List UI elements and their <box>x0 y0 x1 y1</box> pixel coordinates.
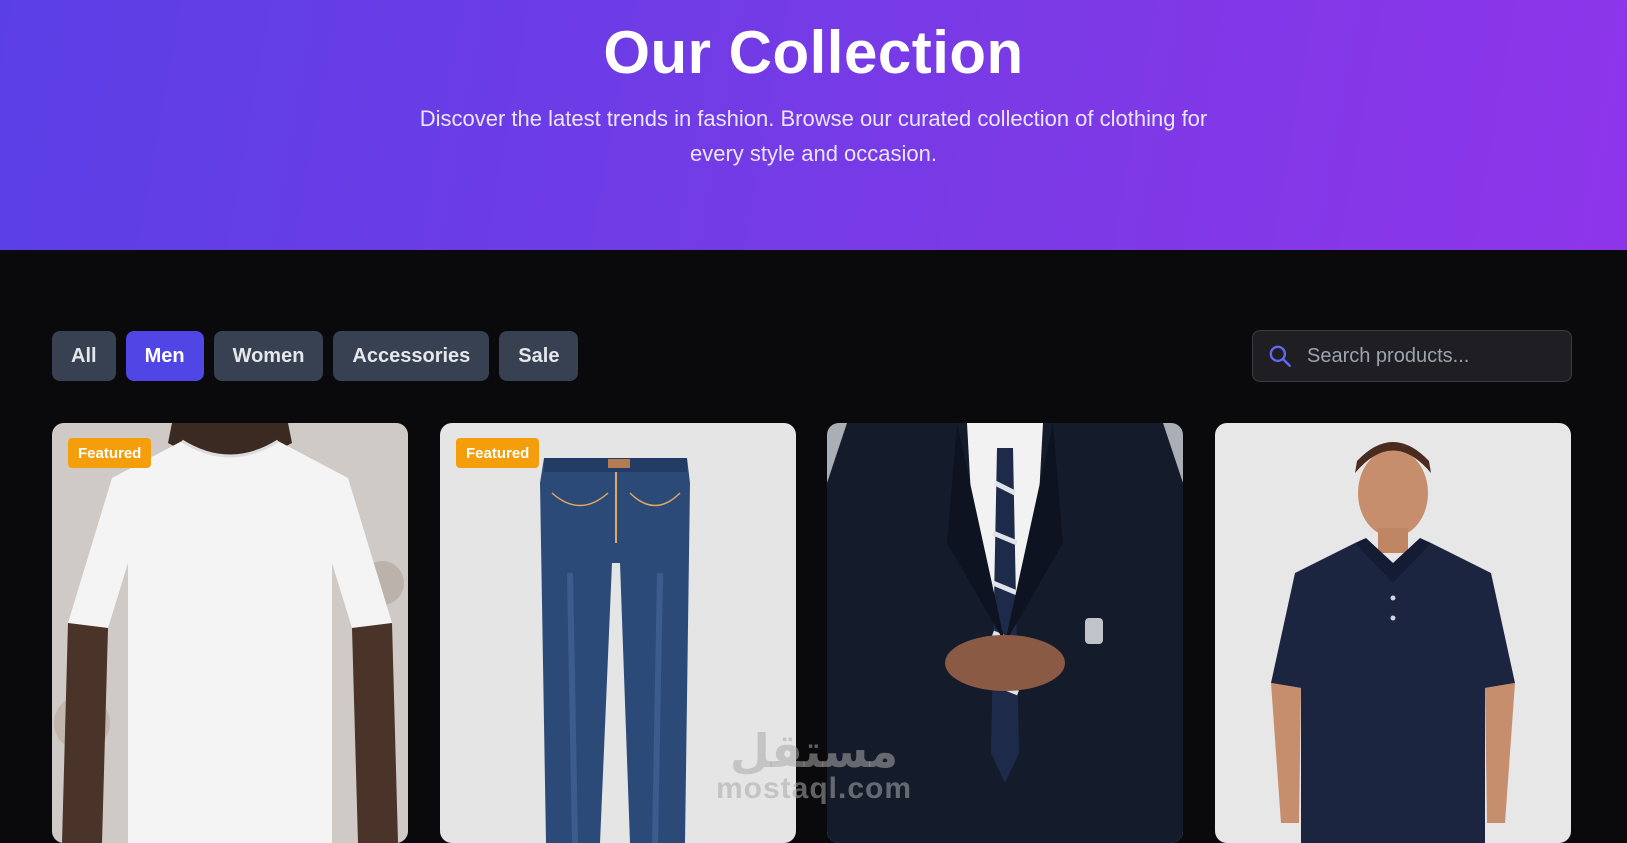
hero-subtitle: Discover the latest trends in fashion. B… <box>419 106 1208 166</box>
product-card[interactable] <box>1215 423 1571 843</box>
search-box[interactable] <box>1252 330 1572 382</box>
product-card[interactable]: Featured <box>52 423 408 843</box>
product-card[interactable] <box>827 423 1183 843</box>
hero-banner: Our Collection Discover the latest trend… <box>0 0 1627 250</box>
filter-men-button[interactable]: Men <box>125 331 204 381</box>
product-image-blue-jeans <box>440 423 796 843</box>
search-icon <box>1269 345 1291 367</box>
category-filters: All Men Women Accessories Sale <box>52 331 579 381</box>
filter-sale-button[interactable]: Sale <box>499 331 579 381</box>
page-title: Our Collection <box>603 19 1024 86</box>
filter-women-button[interactable]: Women <box>213 331 324 381</box>
filter-all-button[interactable]: All <box>52 331 116 381</box>
product-card[interactable]: Featured <box>440 423 796 843</box>
featured-badge: Featured <box>456 438 540 468</box>
product-image-navy-suit <box>827 423 1183 843</box>
featured-badge: Featured <box>68 438 152 468</box>
search-input[interactable] <box>1305 343 1559 369</box>
filter-accessories-button[interactable]: Accessories <box>333 331 490 381</box>
product-image-white-tshirt <box>52 423 408 843</box>
product-image-navy-polo <box>1215 423 1571 843</box>
